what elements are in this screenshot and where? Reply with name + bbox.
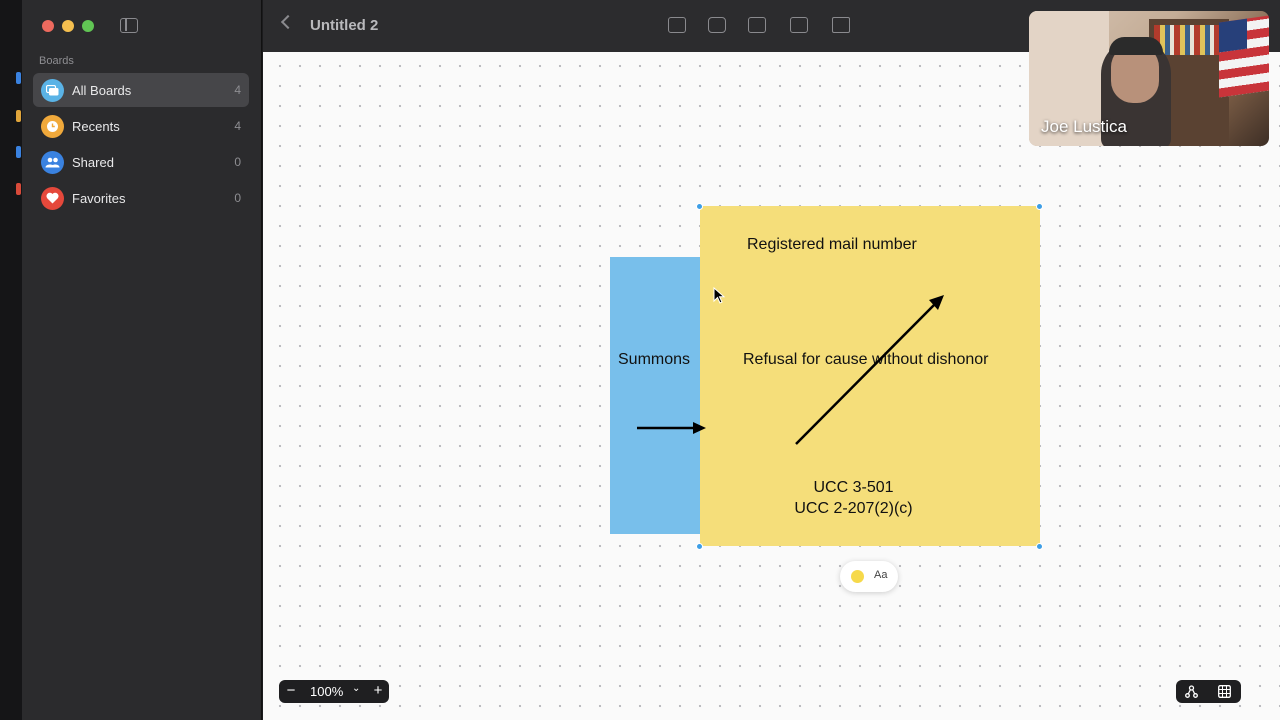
zoom-control: − 100% ⌄ + xyxy=(279,680,389,703)
connector-tool-icon[interactable] xyxy=(1185,685,1198,698)
format-pill[interactable]: Aa xyxy=(840,561,898,592)
note-color-swatch[interactable] xyxy=(851,570,864,583)
video-flag xyxy=(1219,15,1269,98)
participant-video-tile: Joe Lustica xyxy=(1029,11,1269,146)
view-controls xyxy=(1176,680,1241,703)
text-format-button[interactable]: Aa xyxy=(874,569,887,581)
participant-name: Joe Lustica xyxy=(1041,117,1127,136)
zoom-chevron-down-icon[interactable]: ⌄ xyxy=(352,683,360,694)
horizontal-arrow[interactable] xyxy=(637,422,706,434)
zoom-level[interactable]: 100% xyxy=(310,684,343,699)
mouse-cursor-icon xyxy=(713,287,725,304)
zoom-in-button[interactable]: + xyxy=(369,682,387,699)
video-participant-cap xyxy=(1109,37,1163,55)
grid-view-icon[interactable] xyxy=(1218,685,1231,698)
video-books xyxy=(1154,25,1224,55)
zoom-out-button[interactable]: − xyxy=(282,682,300,699)
diagonal-arrow[interactable] xyxy=(795,295,944,445)
